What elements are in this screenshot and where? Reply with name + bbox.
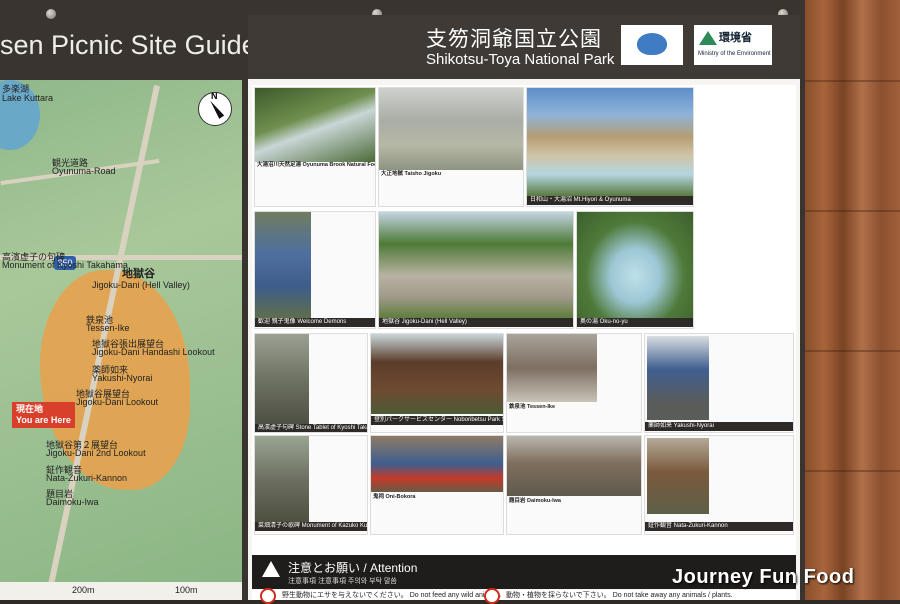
- map-label: 地獄谷: [122, 268, 155, 280]
- photo-card: 鉄泉池 Tessen-Ike: [506, 333, 642, 433]
- no-feeding-icon: [260, 588, 276, 604]
- photo: [647, 438, 709, 514]
- bolt-icon: [46, 9, 56, 19]
- photo: [255, 334, 309, 424]
- map-label: Daimoku-Iwa: [46, 497, 99, 507]
- photo: [507, 334, 597, 402]
- photo-card: 菜畑清子の歌碑 Monument of Kazuko Kurihayashi: [254, 435, 368, 535]
- map-scale: 200m 100m: [0, 582, 242, 600]
- park-logo: [621, 25, 683, 65]
- photo-caption: 薬師如来 Yakushi-Nyorai: [645, 422, 793, 431]
- photo-caption: 鬼祠 Oni-Bokora: [373, 494, 416, 500]
- photo-caption: 大正地獄 Taisho Jigoku: [381, 171, 442, 177]
- photo-caption: 登別パークサービスセンター Noboribetsu Park Service C…: [371, 416, 503, 425]
- photo-caption: 奥の湯 Oku-no-yu: [577, 318, 693, 327]
- map-label: Monument of Kyoshi Takahama: [2, 260, 128, 270]
- map-label: Jigoku-Dani 2nd Lookout: [46, 448, 146, 458]
- photo: [527, 88, 693, 196]
- wooden-post: [805, 0, 900, 600]
- park-header: 支笏洞爺国立公園 Shikotsu-Toya National Park 環境省…: [248, 15, 800, 79]
- you-are-here-marker: 現在地 You are Here: [12, 402, 75, 428]
- warning-icon: [262, 561, 280, 577]
- photo-grid: 大湯沼川天然足湯 Oyunuma Brook Natural Footbath …: [252, 85, 796, 555]
- map-label: Yakushi-Nyorai: [92, 373, 153, 383]
- map-label: Jigoku-Dani Handashi Lookout: [92, 347, 215, 357]
- ministry-en: Ministry of the Environment: [698, 51, 771, 57]
- map-label: Oyunuma-Road: [52, 166, 116, 176]
- water-drop-icon: [637, 33, 667, 55]
- photo: [647, 336, 709, 420]
- photo-caption: 鉦作観音 Nata-Zukuri-Kannon: [645, 522, 793, 531]
- photo: [371, 436, 503, 492]
- map-label: Nata-Zukuri-Kannon: [46, 473, 128, 483]
- photo-caption: 菜畑清子の歌碑 Monument of Kazuko Kurihayashi: [255, 522, 367, 531]
- photo-card: 大湯沼川天然足湯 Oyunuma Brook Natural Footbath: [254, 87, 376, 207]
- scale-label: 100m: [175, 585, 198, 595]
- photo-card: 鬼祠 Oni-Bokora: [370, 435, 504, 535]
- sign-board: sen Picnic Site Guide Map 多楽湖 Lake Kutta…: [0, 0, 805, 604]
- photo-card: 薬師如来 Yakushi-Nyorai: [644, 333, 794, 433]
- photo: [371, 334, 503, 414]
- ministry-mark-icon: [699, 31, 717, 45]
- photo-card: 登別パークサービスセンター Noboribetsu Park Service C…: [370, 333, 504, 433]
- rule-text: 動物・植物を採らないで下さい。 Do not take away any ani…: [506, 592, 733, 599]
- photo-caption: 地獄谷 Jigoku-Dani (Hell Valley): [379, 318, 573, 327]
- guide-map: 多楽湖 Lake Kuttara 観光道路 Oyunuma-Road 350 高…: [0, 80, 242, 600]
- wood-grain: [805, 350, 900, 352]
- attention-jp: 注意とお願い: [288, 561, 361, 575]
- photo: [255, 212, 311, 318]
- you-are-here-en: You are Here: [16, 415, 71, 425]
- map-label: Tessen-Ike: [86, 323, 130, 333]
- photo-card: 高濱虚子句碑 Stone Tablet of Kyoshi Takahama: [254, 333, 368, 433]
- photo-card: 地獄谷 Jigoku-Dani (Hell Valley): [378, 211, 574, 329]
- compass-icon: N: [198, 91, 232, 126]
- photo-caption: 日和山・大湯沼 Mt.Hiyori & Oyunuma: [527, 196, 693, 205]
- photo: [379, 212, 573, 318]
- photo: [507, 436, 641, 496]
- photo-card: 奥の湯 Oku-no-yu: [576, 211, 694, 329]
- ministry-logo: 環境省 Ministry of the Environment: [694, 25, 772, 65]
- rules-row: 野生動物にエサを与えないでください。 Do not feed any wild …: [252, 588, 796, 604]
- info-panel: 支笏洞爺国立公園 Shikotsu-Toya National Park 環境省…: [248, 15, 800, 604]
- photo-card: 鉦作観音 Nata-Zukuri-Kannon: [644, 435, 794, 535]
- watermark: Journey Fun Food: [672, 566, 855, 588]
- park-title-en: Shikotsu-Toya National Park: [426, 51, 615, 68]
- attention-subtitle: 注意事項 注意事項 주의와 부탁 말씀: [288, 578, 397, 585]
- map-label: Lake Kuttara: [2, 93, 54, 103]
- photo-caption: 高濱虚子句碑 Stone Tablet of Kyoshi Takahama: [255, 424, 367, 432]
- wood-grain: [805, 470, 900, 472]
- you-are-here-jp: 現在地: [16, 404, 44, 414]
- photo: [255, 436, 309, 522]
- photo-caption: 鉄泉池 Tessen-Ike: [509, 404, 556, 410]
- photo: [255, 88, 375, 162]
- park-title-jp: 支笏洞爺国立公園: [426, 28, 602, 51]
- photo-caption: 大湯沼川天然足湯 Oyunuma Brook Natural Footbath: [257, 162, 375, 168]
- photo-card: 題目岩 Daimoku-Iwa: [506, 435, 642, 535]
- rule-text: 野生動物にエサを与えないでください。 Do not feed any wild …: [282, 592, 502, 599]
- ministry-jp: 環境省: [719, 32, 752, 44]
- map-label: Jigoku-Dani (Hell Valley): [92, 280, 190, 290]
- scale-label: 200m: [72, 585, 95, 595]
- description-text: [698, 89, 792, 205]
- attention-en: / Attention: [363, 561, 418, 575]
- no-taking-icon: [484, 588, 500, 604]
- wood-grain: [805, 80, 900, 82]
- photo: [379, 88, 523, 170]
- compass-needle: [207, 99, 225, 119]
- photo-card: 歓迎 親子鬼像 Welcome Demons: [254, 211, 376, 329]
- photo-card: 日和山・大湯沼 Mt.Hiyori & Oyunuma: [526, 87, 694, 207]
- wood-grain: [805, 210, 900, 212]
- photo: [577, 212, 693, 318]
- photo-caption: 題目岩 Daimoku-Iwa: [509, 498, 561, 504]
- attention-title: 注意とお願い / Attention: [288, 559, 417, 576]
- photo-card: 大正地獄 Taisho Jigoku: [378, 87, 524, 207]
- description-text: [698, 213, 792, 327]
- map-label: Jigoku-Dani Lookout: [76, 397, 159, 407]
- photo-caption: 歓迎 親子鬼像 Welcome Demons: [255, 318, 375, 327]
